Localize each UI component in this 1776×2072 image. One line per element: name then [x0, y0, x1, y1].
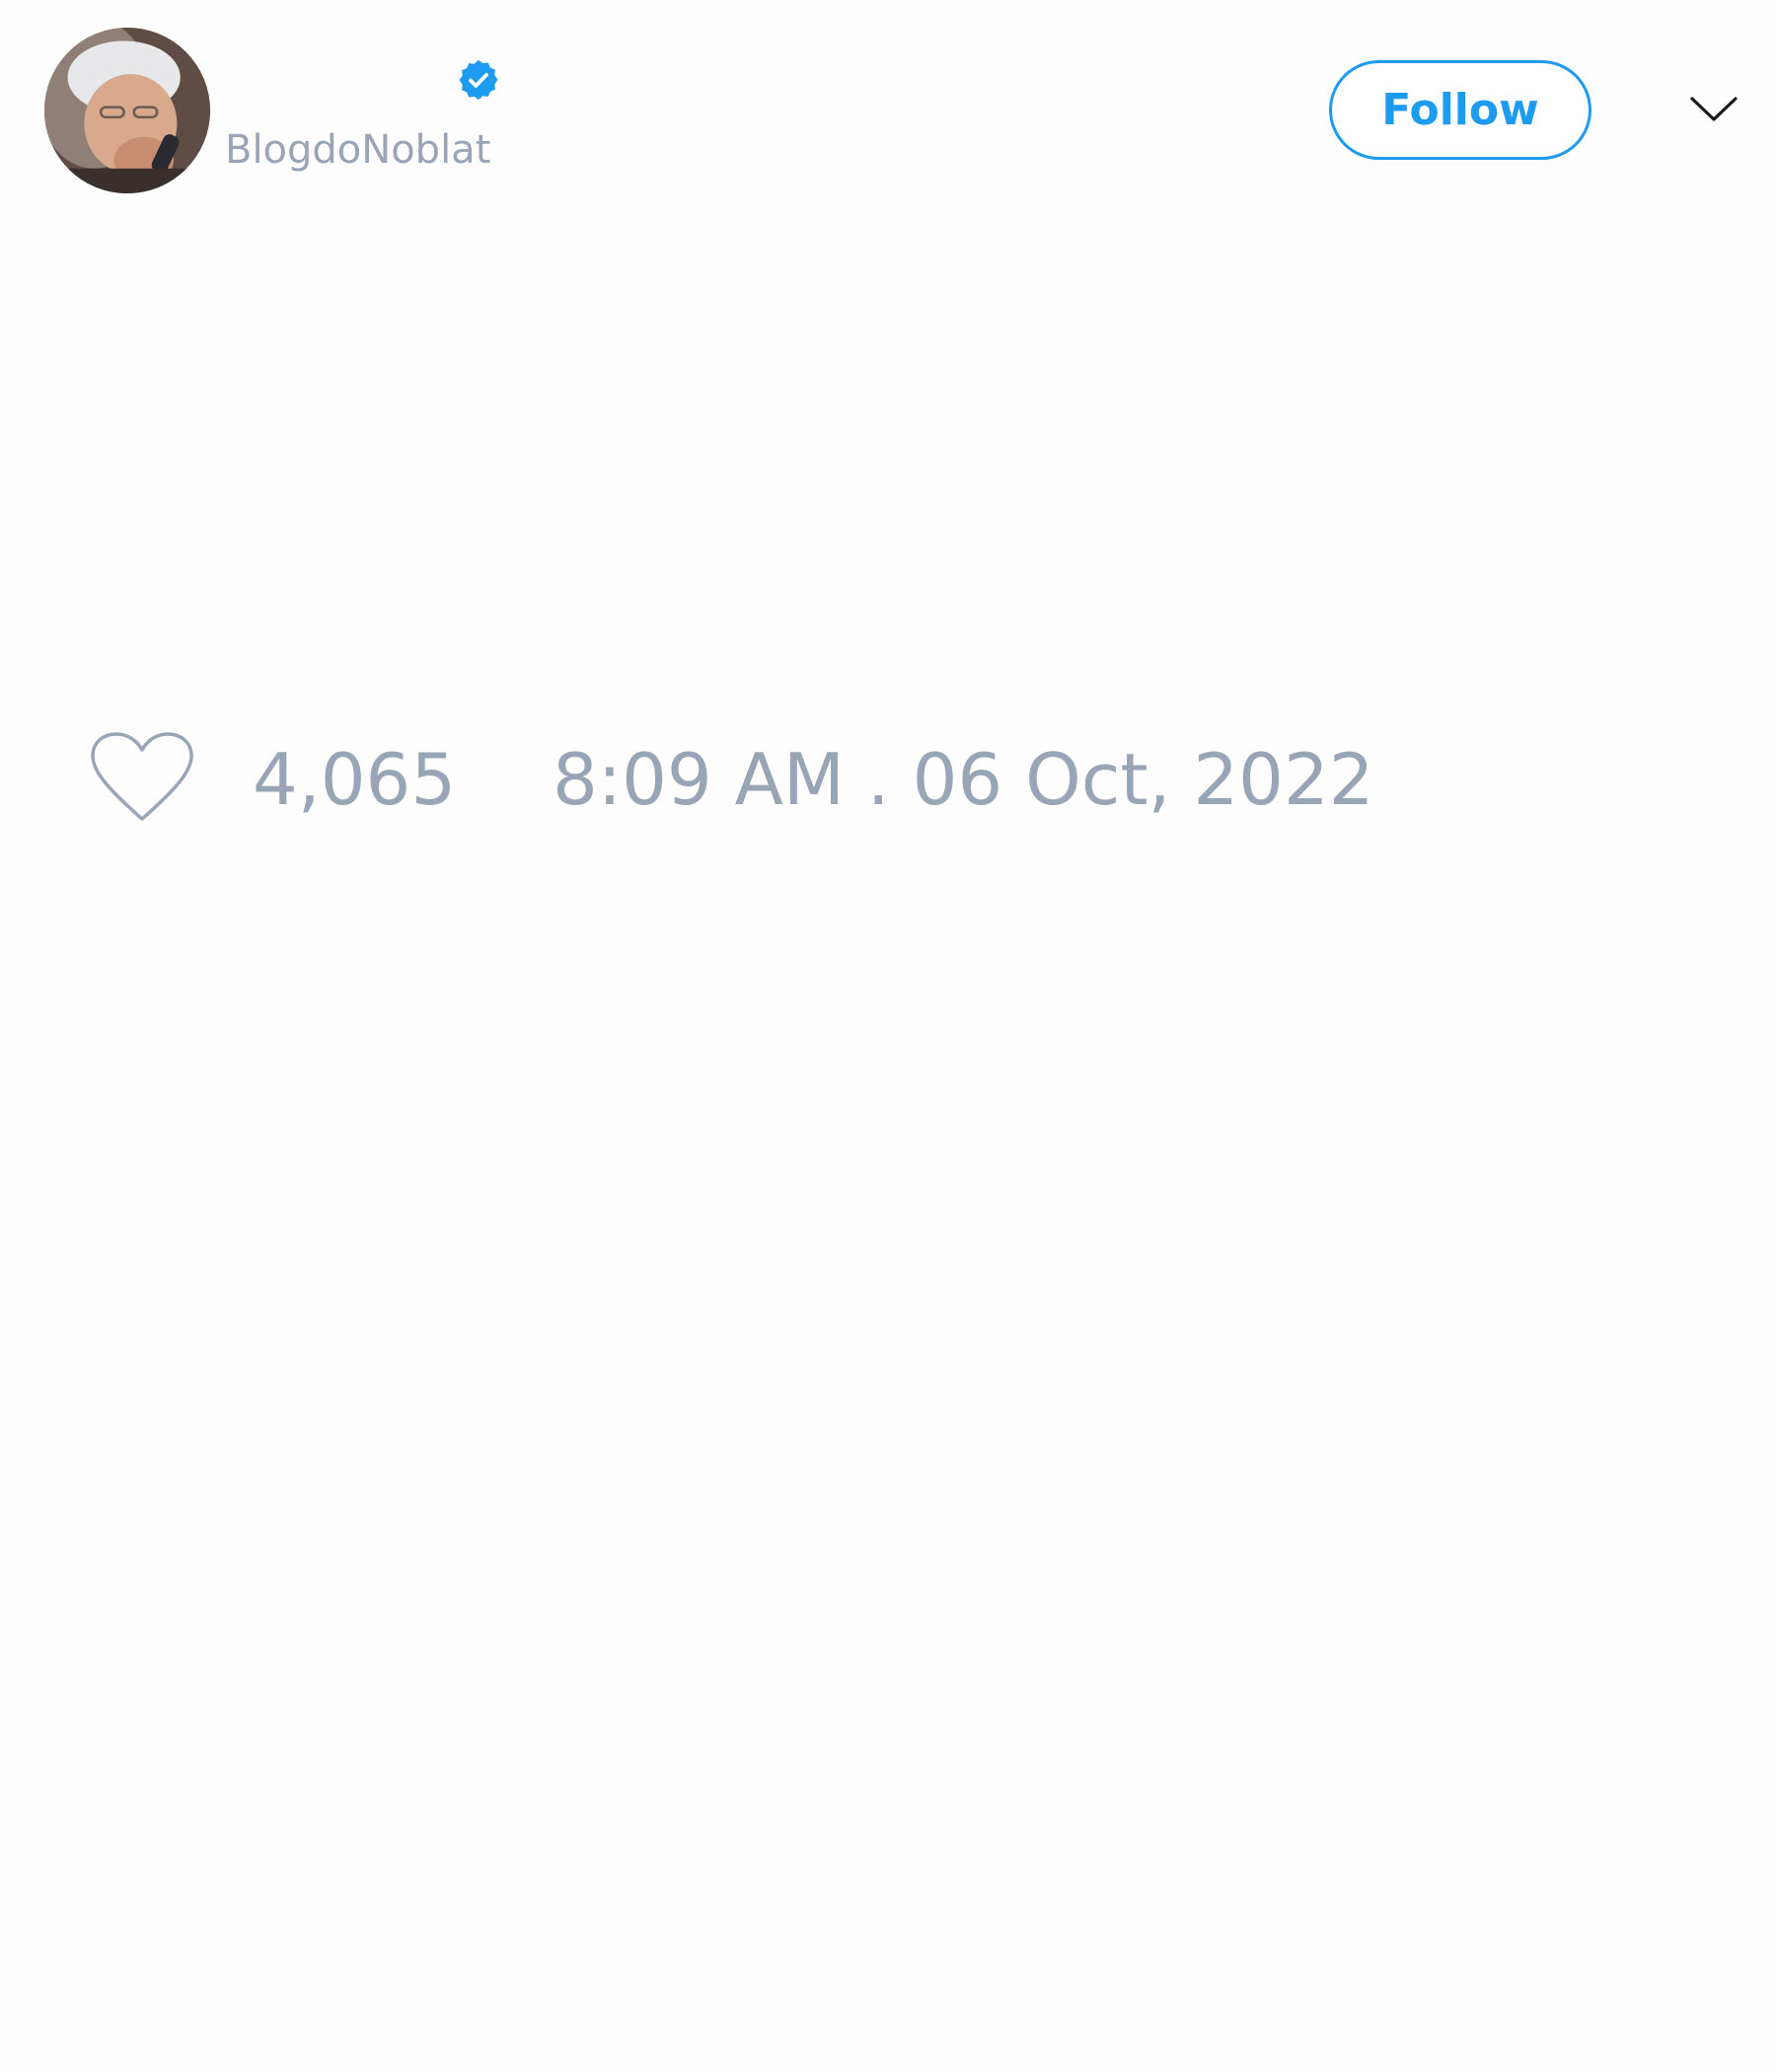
chevron-down-icon[interactable] [1689, 89, 1739, 128]
like-count: 4,065 [253, 738, 457, 821]
heart-outline-icon[interactable] [89, 730, 195, 825]
follow-button[interactable]: Follow [1329, 60, 1591, 160]
tweet-timestamp[interactable]: 8:09 AM . 06 Oct, 2022 [553, 740, 1374, 819]
author-avatar[interactable] [44, 28, 210, 193]
verified-badge-icon [456, 57, 501, 103]
author-handle[interactable]: BlogdoNoblat [225, 126, 490, 174]
